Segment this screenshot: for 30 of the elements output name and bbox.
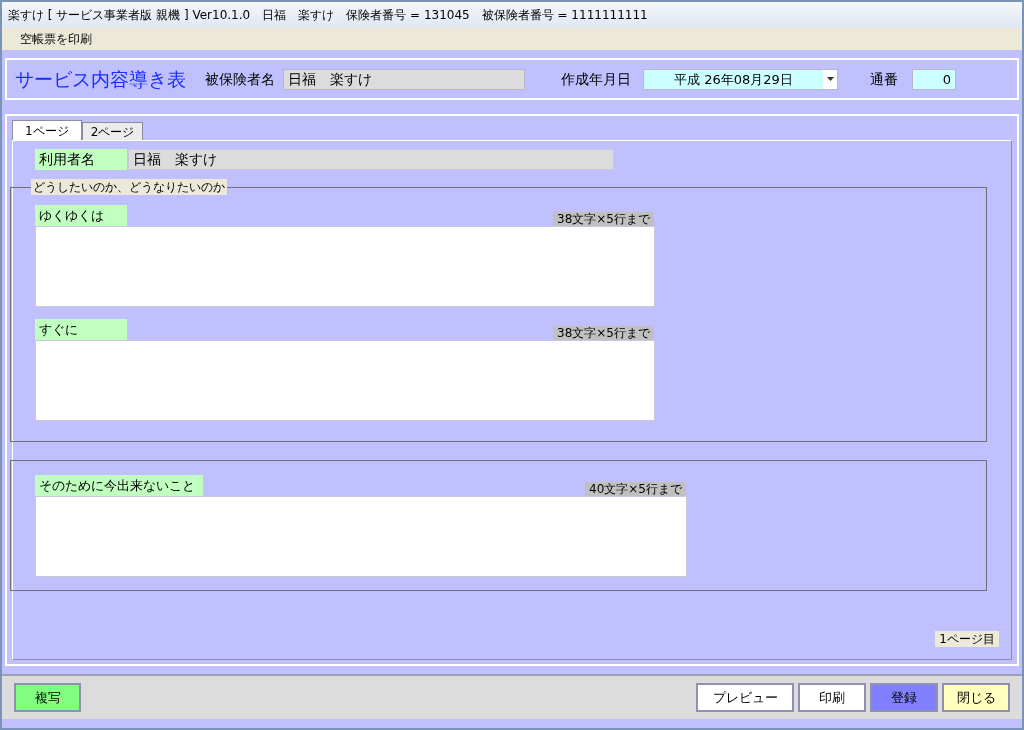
form-title: サービス内容導き表 [15, 66, 187, 92]
text-area[interactable] [35, 496, 687, 577]
action-button[interactable]: 複写 [14, 683, 81, 712]
insured-name-field[interactable]: 日福 楽すけ [283, 68, 525, 90]
action-button[interactable]: プレビュー [696, 683, 794, 712]
field-label: ゆくゆくは [35, 205, 127, 226]
date-label: 作成年月日 [561, 69, 631, 89]
date-picker[interactable]: 平成 26年08月29日 [643, 68, 838, 90]
action-button[interactable]: 登録 [870, 683, 938, 712]
character-limit-note: 38文字×5行まで [553, 212, 654, 226]
serial-label: 通番 [870, 69, 898, 89]
text-area[interactable] [35, 340, 655, 421]
action-button[interactable]: 閉じる [942, 683, 1010, 712]
tab[interactable]: 1ページ [12, 120, 82, 140]
page-indicator: 1ページ目 [935, 631, 999, 647]
group-legend: どうしたいのか、どうなりたいのか [31, 179, 227, 195]
menu-item[interactable]: 空帳票を印刷 [16, 30, 96, 48]
insured-label: 被保険者名 [205, 69, 275, 89]
text-area[interactable] [35, 226, 655, 307]
serial-number-field[interactable]: 0 [912, 68, 956, 90]
user-name-label: 利用者名 [35, 149, 127, 170]
action-button[interactable]: 印刷 [798, 683, 866, 712]
dropdown-arrow-icon [826, 77, 834, 81]
tab[interactable]: 2ページ [81, 122, 144, 140]
character-limit-note: 40文字×5行まで [585, 482, 686, 496]
field-label: すぐに [35, 319, 127, 340]
user-name-field[interactable]: 日福 楽すけ [128, 149, 614, 170]
field-label: そのために今出来ないこと [35, 475, 203, 496]
title-bar: 楽すけ [ サービス事業者版 親機 ] Ver10.1.0 日福 楽すけ 保険者番号 = 131045 被保険者番号 = 1111111111 [2, 2, 1022, 28]
character-limit-note: 38文字×5行まで [553, 326, 654, 340]
